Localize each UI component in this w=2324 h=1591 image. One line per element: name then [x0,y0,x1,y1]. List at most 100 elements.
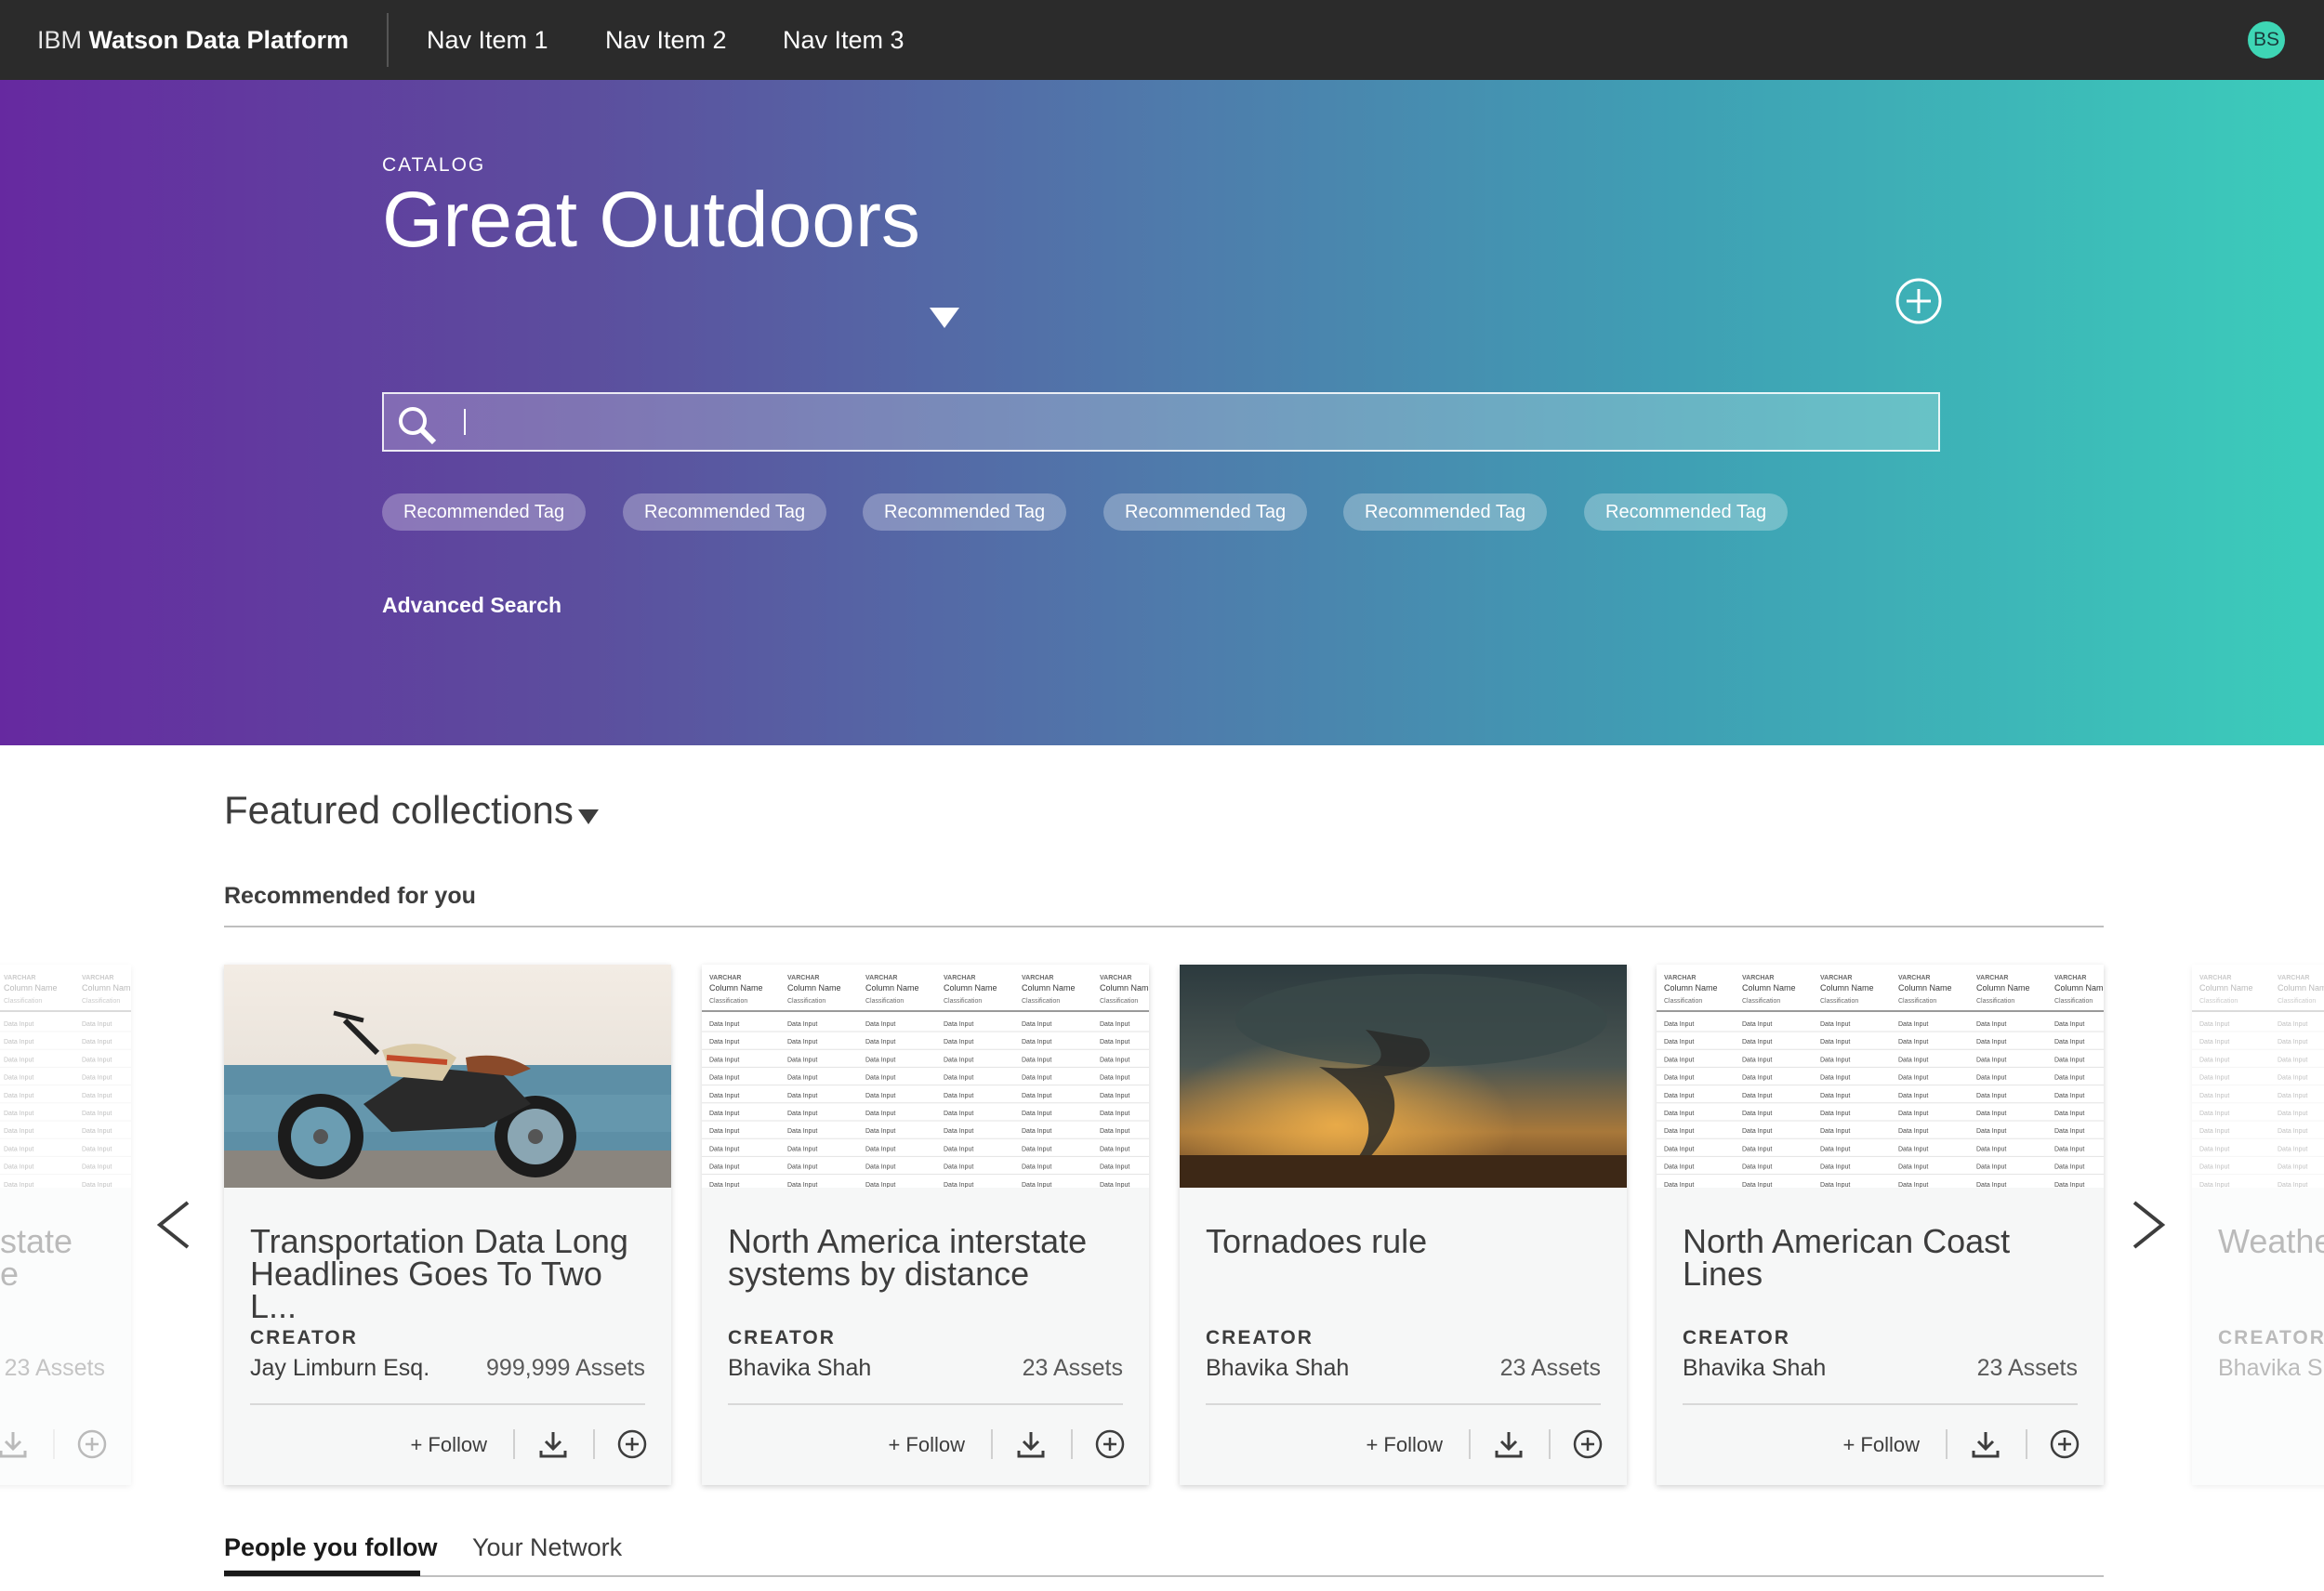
collection-card[interactable]: VARCHAR Column Name Classification VARCHAR C… [1657,965,2104,1485]
table-thumbnail-text: Data Input [1100,1039,1129,1045]
download-icon[interactable] [1970,1428,2001,1460]
card-title[interactable]: North American Coast Lines [1683,1225,2082,1291]
nav-item-1[interactable]: Nav Item 1 [427,0,548,80]
table-thumbnail-background [702,965,1149,1188]
add-to-project-icon[interactable] [77,1429,107,1459]
table-thumbnail-text: Data Input [1898,1093,1928,1099]
catalog-title[interactable]: Great Outdoors [382,175,920,265]
table-thumbnail-text: Data Input [1976,1111,2006,1117]
download-icon[interactable] [0,1428,29,1460]
table-thumbnail-text: Data Input [944,1164,973,1171]
collection-card[interactable]: Tornadoes rule CREATOR Bhavika Shah 23 A… [1180,965,1627,1485]
recommended-tag[interactable]: Recommended Tag [1584,493,1789,531]
user-avatar[interactable]: BS [2248,21,2285,59]
motorcycle-photo [224,965,671,1188]
creator-label: CREATOR [728,1327,836,1348]
data-table-thumbnail: VARCHAR Column Name Classification VARCHAR C… [1657,965,2104,1188]
follow-button[interactable]: + Follow [1366,1433,1443,1457]
featured-collections-heading[interactable]: Featured collections [224,788,574,833]
tab-people-you-follow[interactable]: People you follow [224,1533,438,1562]
creator-name[interactable]: Jay Limburn Esq. [250,1355,429,1382]
catalog-dropdown-caret-icon[interactable] [930,308,959,328]
card-title[interactable]: Transportation Data Long Headlines Goes … [250,1225,650,1323]
table-thumbnail-text: Data Input [709,1057,739,1063]
table-thumbnail-text: Classification [787,998,825,1005]
table-thumbnail-text: Data Input [1100,1093,1129,1099]
data-table-thumbnail: VARCHAR Column Name Classification VARCHAR C… [702,965,1149,1188]
table-thumbnail-text: Data Input [1664,1075,1694,1082]
nav-item-2[interactable]: Nav Item 2 [605,0,727,80]
catalog-search-box[interactable] [382,392,1940,452]
table-thumbnail-background [1657,965,2104,1188]
card-title[interactable]: Tornadoes rule [1206,1225,1605,1258]
featured-dropdown-caret-icon[interactable] [578,809,599,824]
add-to-project-icon[interactable] [1573,1429,1603,1459]
card-thumbnail [224,965,671,1188]
card-divider [728,1403,1123,1405]
table-thumbnail-text: Data Input [787,1146,817,1152]
carousel-prev-arrow-icon[interactable] [154,1199,191,1251]
download-icon[interactable] [537,1428,569,1460]
table-thumbnail-text: Data Input [2278,1111,2307,1117]
nav-item-3[interactable]: Nav Item 3 [783,0,905,80]
action-divider [1549,1429,1551,1459]
collection-card-partial-left[interactable]: VARCHAR Column Name Classification VARCHAR C… [0,965,131,1485]
table-thumbnail-text: Data Input [709,1111,739,1117]
data-table-thumbnail: VARCHAR Column Name Classification VARCHAR C… [0,965,131,1188]
table-thumbnail-text: Data Input [1820,1039,1850,1045]
table-thumbnail-text: Column Name [1664,983,1718,993]
follow-button[interactable]: + Follow [410,1433,487,1457]
recommended-tag[interactable]: Recommended Tag [1103,493,1308,531]
add-circle-icon[interactable] [1895,277,1943,325]
search-input[interactable] [458,401,1921,444]
recommended-tag[interactable]: Recommended Tag [382,493,587,531]
table-thumbnail-text: Data Input [1100,1111,1129,1117]
follow-button[interactable]: + Follow [1842,1433,1920,1457]
table-thumbnail-text: Data Input [2054,1128,2084,1135]
creator-name[interactable]: Bhavika Shah [728,1355,871,1382]
add-to-project-icon[interactable] [2050,1429,2080,1459]
table-thumbnail-text: Data Input [944,1075,973,1082]
card-thumbnail: VARCHAR Column Name Classification VARCHAR C… [2192,965,2324,1188]
table-thumbnail-text: Data Input [1022,1146,1051,1152]
brand-logo[interactable]: IBM Watson Data Platform [37,0,349,80]
table-thumbnail-text: Data Input [1976,1182,2006,1188]
card-divider [1206,1403,1601,1405]
recommended-tag[interactable]: Recommended Tag [623,493,827,531]
carousel-next-arrow-icon[interactable] [2131,1199,2168,1251]
table-thumbnail-text: Data Input [1664,1182,1694,1188]
table-thumbnail-text: Data Input [1742,1039,1772,1045]
table-thumbnail-text: Data Input [709,1075,739,1082]
table-thumbnail-text: Data Input [82,1182,112,1188]
table-thumbnail-text: Data Input [4,1146,33,1152]
collection-card[interactable]: Transportation Data Long Headlines Goes … [224,965,671,1485]
add-to-project-icon[interactable] [617,1429,647,1459]
recommended-tag[interactable]: Recommended Tag [863,493,1067,531]
table-thumbnail-text: Data Input [2199,1146,2229,1152]
add-to-project-icon[interactable] [1095,1429,1125,1459]
table-thumbnail-text: Data Input [1820,1182,1850,1188]
table-thumbnail-text: Data Input [865,1164,895,1171]
recommended-tag[interactable]: Recommended Tag [1343,493,1548,531]
table-thumbnail-text: Column Name [1898,983,1952,993]
download-icon[interactable] [1015,1428,1047,1460]
collection-card-partial-right[interactable]: VARCHAR Column Name Classification VARCHAR C… [2192,965,2324,1485]
table-thumbnail-text: Data Input [82,1093,112,1099]
table-thumbnail-text: VARCHAR [1898,975,1930,981]
creator-name[interactable]: Bhavika Shah [1683,1355,1826,1382]
creator-name[interactable]: Bhavika Shah [1206,1355,1349,1382]
table-thumbnail-text: Data Input [82,1146,112,1152]
table-thumbnail-text: Data Input [82,1039,112,1045]
table-thumbnail-text: Data Input [1100,1128,1129,1135]
table-thumbnail-text: Data Input [787,1164,817,1171]
creator-label: CREATOR [2218,1327,2324,1348]
tab-your-network[interactable]: Your Network [472,1533,622,1562]
table-thumbnail-text: Column Name [709,983,763,993]
collection-card[interactable]: VARCHAR Column Name Classification VARCHAR C… [702,965,1149,1485]
card-title[interactable]: North America interstate systems by dist… [728,1225,1128,1291]
card-thumbnail: VARCHAR Column Name Classification VARCHAR C… [0,965,131,1188]
table-thumbnail-text: Data Input [709,1182,739,1188]
download-icon[interactable] [1493,1428,1525,1460]
follow-button[interactable]: + Follow [888,1433,965,1457]
advanced-search-link[interactable]: Advanced Search [382,593,561,618]
